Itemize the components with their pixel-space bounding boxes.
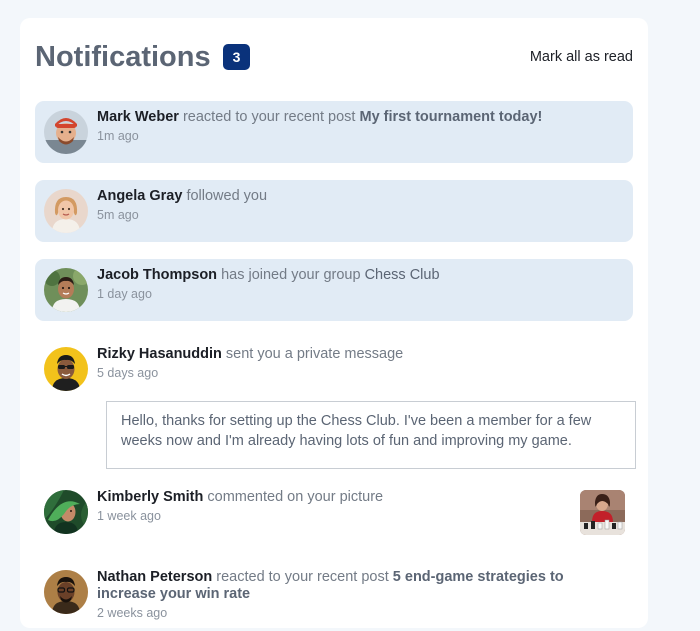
user-name[interactable]: Rizky Hasanuddin bbox=[97, 346, 222, 362]
notification-time: 1m ago bbox=[97, 129, 139, 143]
notification-time: 1 week ago bbox=[97, 509, 161, 523]
user-name[interactable]: Kimberly Smith bbox=[97, 489, 203, 505]
user-name[interactable]: Angela Gray bbox=[97, 188, 182, 204]
post-link[interactable]: My first tournament today! bbox=[360, 109, 543, 125]
notification-item[interactable]: Nathan Peterson reacted to your recent p… bbox=[35, 561, 633, 631]
avatar-icon[interactable] bbox=[44, 490, 88, 534]
notification-action: followed you bbox=[186, 188, 268, 204]
notification-time: 1 day ago bbox=[97, 287, 152, 301]
user-name[interactable]: Jacob Thompson bbox=[97, 267, 217, 283]
notification-time: 5 days ago bbox=[97, 366, 159, 380]
notification-item[interactable]: Rizky Hasanuddin sent you a private mess… bbox=[35, 338, 633, 392]
notification-text: Mark Weber reacted to your recent post M… bbox=[97, 109, 623, 126]
group-link[interactable]: Chess Club bbox=[365, 267, 440, 283]
avatar-icon[interactable] bbox=[44, 570, 88, 614]
private-message-preview[interactable]: Hello, thanks for setting up the Chess C… bbox=[106, 401, 636, 469]
chess-picture-thumbnail[interactable] bbox=[580, 490, 625, 535]
notification-text: Angela Gray followed you bbox=[97, 188, 623, 205]
notification-item[interactable]: Jacob Thompson has joined your group Che… bbox=[35, 259, 633, 321]
notification-time: 5m ago bbox=[97, 208, 139, 222]
avatar-icon[interactable] bbox=[44, 347, 88, 391]
notification-text: Rizky Hasanuddin sent you a private mess… bbox=[97, 346, 623, 363]
avatar-icon[interactable] bbox=[44, 189, 88, 233]
unread-count-badge: 3 bbox=[223, 44, 250, 70]
notifications-header: Notifications 3 Mark all as read bbox=[35, 40, 633, 74]
notification-action: commented on your picture bbox=[207, 489, 384, 505]
notification-text: Jacob Thompson has joined your group Che… bbox=[97, 267, 623, 284]
notification-text: Kimberly Smith commented on your picture bbox=[97, 489, 623, 506]
notification-action: has joined your group bbox=[221, 267, 361, 283]
notification-item[interactable]: Mark Weber reacted to your recent post M… bbox=[35, 101, 633, 163]
mark-all-as-read-button[interactable]: Mark all as read bbox=[530, 47, 633, 67]
page-title: Notifications bbox=[35, 41, 211, 73]
avatar-icon[interactable] bbox=[44, 268, 88, 312]
notification-text: Nathan Peterson reacted to your recent p… bbox=[97, 569, 623, 603]
notification-item[interactable]: Kimberly Smith commented on your picture… bbox=[35, 481, 633, 541]
notification-time: 2 weeks ago bbox=[97, 606, 168, 620]
avatar-icon[interactable] bbox=[44, 110, 88, 154]
notification-action: reacted to your recent post bbox=[182, 109, 356, 125]
notification-action: reacted to your recent post bbox=[216, 569, 389, 585]
user-name[interactable]: Mark Weber bbox=[97, 109, 179, 125]
user-name[interactable]: Nathan Peterson bbox=[97, 569, 212, 585]
notifications-card: Notifications 3 Mark all as read Mark We… bbox=[20, 18, 648, 628]
notification-item[interactable]: Angela Gray followed you 5m ago bbox=[35, 180, 633, 242]
notification-action: sent you a private message bbox=[225, 346, 404, 362]
